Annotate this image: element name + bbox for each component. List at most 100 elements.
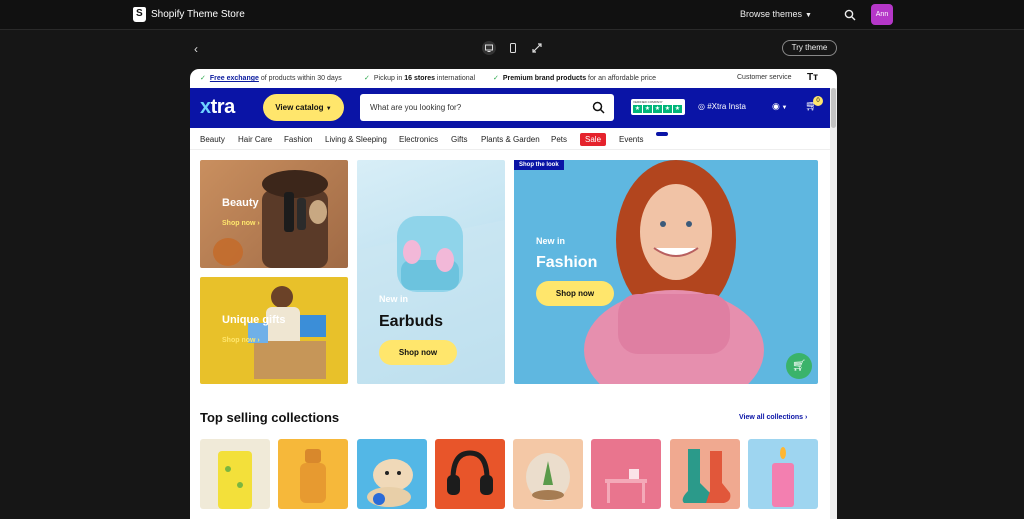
beauty-tile[interactable]: Beauty Shop now ›: [200, 160, 348, 268]
instagram-link[interactable]: ◎ #Xtra Insta: [698, 102, 746, 111]
collection-tile[interactable]: [357, 439, 427, 509]
gifts-tile[interactable]: Unique gifts Shop now ›: [200, 277, 348, 384]
shopify-bag-icon: [133, 7, 146, 22]
free-exchange-link[interactable]: Free exchange: [210, 75, 259, 82]
collection-image-terrarium: [526, 453, 570, 501]
announcement-item: ✓ Pickup in 16 stores international: [364, 74, 475, 82]
collection-image-dog: [367, 459, 413, 507]
view-catalog-label: View catalog: [275, 103, 324, 112]
try-theme-button[interactable]: Try theme: [782, 40, 837, 56]
nav-item-living-sleeping[interactable]: Living & Sleeping: [325, 135, 387, 144]
search-input[interactable]: What are you looking for?: [360, 94, 614, 121]
announcement-text: international: [434, 75, 476, 82]
announcement-text: Pickup in: [373, 75, 405, 82]
check-icon: ✓: [364, 75, 370, 82]
fashion-kicker: New in: [536, 236, 566, 246]
announcement-bold: Premium brand products: [502, 75, 587, 82]
scroll-thumb[interactable]: [831, 88, 836, 128]
announcement-item: ✓ Premium brand products for an affordabl…: [493, 74, 656, 82]
announcement-item: ✓ Free exchange of products within 30 day…: [200, 74, 342, 82]
search-placeholder: What are you looking for?: [370, 103, 462, 112]
announcement-text: of products within 30 days: [258, 75, 342, 82]
collection-tile[interactable]: [748, 439, 818, 509]
nav-item-beauty[interactable]: Beauty: [200, 135, 225, 144]
beauty-title: Beauty: [222, 197, 259, 209]
gifts-title: Unique gifts: [222, 314, 286, 326]
category-nav: Beauty Hair Care Fashion Living & Sleepi…: [190, 128, 830, 150]
earbuds-tile[interactable]: New in Earbuds Shop now: [357, 160, 505, 384]
search-icon[interactable]: [592, 101, 605, 114]
instagram-label: #Xtra Insta: [707, 102, 746, 111]
check-icon: ✓: [200, 75, 206, 82]
check-icon: ✓: [493, 75, 499, 82]
cart-icon: 🛒︎: [792, 360, 806, 372]
collection-tile[interactable]: [200, 439, 270, 509]
store-header: xtra View catalog ▼ What are you looking…: [190, 88, 830, 128]
collection-image-desk: [605, 469, 647, 503]
announcement-text: for an affordable price: [586, 75, 657, 82]
logo-rest: tra: [210, 96, 236, 118]
theme-preview-frame: ✓ Free exchange of products within 30 day…: [190, 69, 837, 519]
chevron-down-icon: ▼: [805, 12, 812, 19]
chevron-down-icon: ▼: [325, 106, 332, 112]
floating-cart-button[interactable]: 🛒︎: [786, 353, 812, 379]
fashion-image: [584, 160, 764, 384]
desktop-view-icon[interactable]: [482, 41, 496, 55]
mobile-view-icon[interactable]: [506, 41, 520, 55]
collection-tile[interactable]: [513, 439, 583, 509]
nav-item-sale[interactable]: Sale: [580, 133, 607, 146]
chevron-down-icon: ▼: [779, 105, 788, 111]
nav-item-fashion[interactable]: Fashion: [284, 135, 312, 144]
fullscreen-icon[interactable]: [530, 41, 544, 55]
nav-item-plants-garden[interactable]: Plants & Garden: [481, 135, 540, 144]
text-size-icon[interactable]: Tт: [807, 72, 818, 83]
logo-x: x: [200, 96, 211, 118]
star-icon: ★: [633, 105, 642, 113]
collection-image-bottle: [300, 449, 326, 503]
star-icon: ★: [643, 105, 652, 113]
nav-item-pets[interactable]: Pets: [551, 135, 567, 144]
collection-image-pajamas: [218, 451, 252, 509]
theme-features-label: Theme features: [662, 139, 719, 148]
view-all-collections-link[interactable]: View all collections ›: [739, 414, 807, 421]
brand-name: Shopify Theme Store: [151, 9, 245, 20]
shopify-brand[interactable]: Shopify Theme Store: [133, 7, 245, 22]
rating-stars: ★ ★ ★ ★ ★: [633, 105, 682, 113]
theme-store-topbar: Shopify Theme Store Browse themes▼ Ann: [0, 0, 1024, 30]
xtra-logo[interactable]: xtra: [200, 96, 235, 119]
earbuds-shop-button[interactable]: Shop now: [379, 340, 457, 365]
browse-themes-menu[interactable]: Browse themes ▼: [740, 9, 812, 19]
collection-tile[interactable]: [278, 439, 348, 509]
earbuds-title: Earbuds: [379, 313, 444, 330]
page-scrollbar[interactable]: [830, 88, 837, 519]
account-menu[interactable]: ◉ ▼: [772, 101, 787, 112]
collection-tile[interactable]: [670, 439, 740, 509]
collection-tile[interactable]: [591, 439, 661, 509]
fashion-title: Fashion: [536, 254, 598, 271]
star-icon: ★: [653, 105, 662, 113]
collection-tile[interactable]: [435, 439, 505, 509]
fashion-shop-button[interactable]: Shop now: [536, 281, 614, 306]
collection-image-headphones: [447, 450, 493, 495]
search-icon[interactable]: [844, 9, 856, 21]
view-catalog-button[interactable]: View catalog ▼: [263, 94, 344, 121]
shop-the-look-badge: Shop the look: [514, 160, 564, 170]
nav-item-electronics[interactable]: Electronics: [399, 135, 438, 144]
customer-service-link[interactable]: Customer service: [737, 74, 791, 81]
nav-item-events[interactable]: Events: [619, 135, 643, 144]
announcement-bold: 16 stores: [404, 75, 435, 82]
earbuds-kicker: New in: [379, 294, 409, 304]
fashion-tile[interactable]: New in Fashion Shop now: [514, 160, 818, 384]
user-avatar[interactable]: Ann: [871, 4, 893, 25]
beauty-shop-link[interactable]: Shop now ›: [222, 220, 260, 227]
nav-item-hair-care[interactable]: Hair Care: [238, 135, 272, 144]
instagram-icon: ◎: [698, 102, 705, 111]
gifts-shop-link[interactable]: Shop now ›: [222, 337, 260, 344]
nav-item-theme-features[interactable]: ➚ Theme features: [656, 132, 718, 148]
collections-title: Top selling collections: [200, 410, 340, 425]
trustpilot-badge[interactable]: VERIFIED COMPANY ★ ★ ★ ★ ★: [631, 99, 685, 115]
back-arrow-icon[interactable]: ‹: [194, 42, 198, 56]
beauty-image: [213, 170, 328, 268]
nav-item-gifts[interactable]: Gifts: [451, 135, 467, 144]
star-icon: ★: [663, 105, 672, 113]
